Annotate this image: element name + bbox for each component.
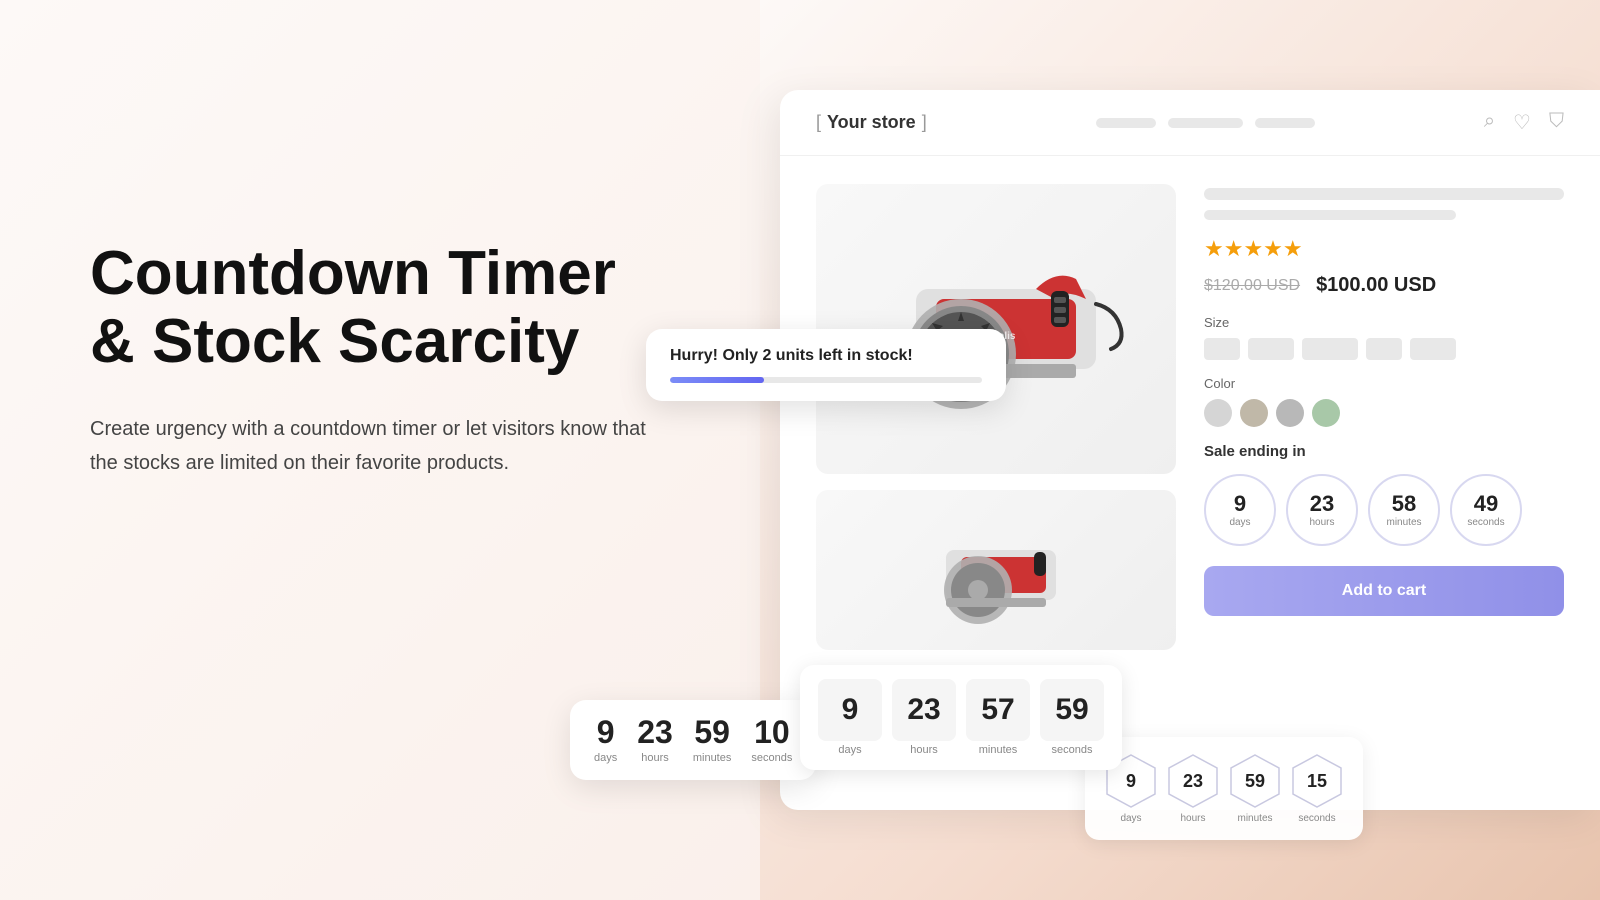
widget3-minutes-num: 59 [1245, 771, 1265, 792]
countdown-seconds-circle: 49 seconds [1450, 474, 1522, 546]
price-sale: $100.00 USD [1316, 274, 1436, 297]
countdown-minutes-circle: 58 minutes [1368, 474, 1440, 546]
color-options [1204, 399, 1564, 427]
widget1-seconds: 10 seconds [751, 716, 792, 764]
widget1-seconds-num: 10 [754, 716, 790, 748]
widget2-seconds: 59 seconds [1040, 679, 1104, 756]
widget3-minutes-hex: 59 [1229, 753, 1281, 809]
widget1-hours: 23 hours [637, 716, 673, 764]
countdown-minutes-lbl: minutes [1386, 517, 1421, 528]
nav-pills [1096, 118, 1315, 128]
product-stars: ★★★★★ [1204, 236, 1564, 262]
widget3-hours: 23 hours [1167, 753, 1219, 824]
countdown-hours-circle: 23 hours [1286, 474, 1358, 546]
size-option-1[interactable] [1204, 338, 1240, 360]
color-label: Color [1204, 376, 1564, 391]
widget3-seconds-num: 15 [1307, 771, 1327, 792]
widget3-minutes-lbl: minutes [1237, 813, 1272, 824]
add-to-cart-button[interactable]: Add to cart [1204, 566, 1564, 616]
widget1-minutes: 59 minutes [693, 716, 732, 764]
countdown-widget-square: 9 days 23 hours 57 minutes 59 seconds [800, 665, 1122, 770]
widget3-seconds-lbl: seconds [1298, 813, 1335, 824]
widget2-minutes-lbl: minutes [979, 744, 1018, 756]
widget2-hours: 23 hours [892, 679, 956, 756]
widget2-days: 9 days [818, 679, 882, 756]
store-nav: [ Your store ] ⌕ ♡ ⛉ [780, 90, 1600, 156]
urgency-banner: Hurry! Only 2 units left in stock! [646, 329, 1006, 401]
widget1-hours-lbl: hours [641, 752, 669, 764]
product-subtitle-bar [1204, 210, 1456, 220]
color-option-4[interactable] [1312, 399, 1340, 427]
nav-pill-1 [1096, 118, 1156, 128]
cart-icon[interactable]: ⛉ [1549, 110, 1564, 135]
countdown-days-lbl: days [1229, 517, 1250, 528]
countdown-minutes-num: 58 [1392, 493, 1416, 515]
wishlist-icon[interactable]: ♡ [1513, 110, 1531, 135]
countdown-seconds-lbl: seconds [1467, 517, 1504, 528]
price-original: $120.00 USD [1204, 277, 1300, 295]
product-details: ★★★★★ $120.00 USD $100.00 USD Size Color [1204, 184, 1564, 778]
store-logo-area: [ Your store ] [816, 112, 927, 133]
product-saw-thumb [916, 510, 1076, 630]
widget3-seconds: 15 seconds [1291, 753, 1343, 824]
widget2-minutes-box: 57 [966, 679, 1030, 741]
product-image-thumb [816, 490, 1176, 650]
urgency-text: Hurry! Only 2 units left in stock! [670, 347, 982, 365]
size-option-2[interactable] [1248, 338, 1294, 360]
countdown-circles: 9 days 23 hours 58 minutes 49 seconds [1204, 474, 1564, 546]
widget3-hours-num: 23 [1183, 771, 1203, 792]
countdown-seconds-num: 49 [1474, 493, 1498, 515]
widget3-days-num: 9 [1126, 771, 1136, 792]
urgency-bar-fill [670, 377, 764, 383]
widget2-minutes: 57 minutes [966, 679, 1030, 756]
widget1-days-lbl: days [594, 752, 617, 764]
search-icon[interactable]: ⌕ [1484, 110, 1495, 135]
store-name: Your store [827, 112, 916, 133]
price-row: $120.00 USD $100.00 USD [1204, 274, 1564, 297]
size-option-3[interactable] [1302, 338, 1358, 360]
countdown-days-circle: 9 days [1204, 474, 1276, 546]
size-options [1204, 338, 1564, 360]
widget2-hours-lbl: hours [910, 744, 938, 756]
nav-pill-3 [1255, 118, 1315, 128]
countdown-widget-inline: 9 days 23 hours 59 minutes 10 seconds [570, 700, 816, 780]
color-option-3[interactable] [1276, 399, 1304, 427]
description: Create urgency with a countdown timer or… [90, 412, 650, 480]
widget1-minutes-num: 59 [694, 716, 730, 748]
urgency-bar [670, 377, 982, 383]
color-option-1[interactable] [1204, 399, 1232, 427]
countdown-days-num: 9 [1234, 493, 1246, 515]
sale-ending-label: Sale ending in [1204, 443, 1564, 460]
widget1-seconds-lbl: seconds [751, 752, 792, 764]
product-title-bar [1204, 188, 1564, 200]
main-title: Countdown Timer & Stock Scarcity [90, 240, 650, 376]
widget1-minutes-lbl: minutes [693, 752, 732, 764]
widget2-hours-box: 23 [892, 679, 956, 741]
widget2-days-lbl: days [838, 744, 861, 756]
countdown-hours-lbl: hours [1309, 517, 1334, 528]
widget2-days-box: 9 [818, 679, 882, 741]
widget3-days-lbl: days [1120, 813, 1141, 824]
bracket-left-icon: [ [816, 112, 821, 133]
left-content: Countdown Timer & Stock Scarcity Create … [90, 240, 650, 480]
countdown-hours-num: 23 [1310, 493, 1334, 515]
color-option-2[interactable] [1240, 399, 1268, 427]
nav-pill-2 [1168, 118, 1243, 128]
widget3-hours-lbl: hours [1180, 813, 1205, 824]
widget3-hours-hex: 23 [1167, 753, 1219, 809]
widget3-seconds-hex: 15 [1291, 753, 1343, 809]
widget1-days: 9 days [594, 716, 617, 764]
widget2-seconds-box: 59 [1040, 679, 1104, 741]
nav-icons: ⌕ ♡ ⛉ [1484, 110, 1564, 135]
widget3-minutes: 59 minutes [1229, 753, 1281, 824]
countdown-widget-hex: 9 days 23 hours 59 minutes 15 seconds [1085, 737, 1363, 840]
widget2-seconds-lbl: seconds [1052, 744, 1093, 756]
widget1-days-num: 9 [597, 716, 615, 748]
bracket-right-icon: ] [922, 112, 927, 133]
size-option-5[interactable] [1410, 338, 1456, 360]
size-label: Size [1204, 315, 1564, 330]
size-option-4[interactable] [1366, 338, 1402, 360]
widget1-hours-num: 23 [637, 716, 673, 748]
